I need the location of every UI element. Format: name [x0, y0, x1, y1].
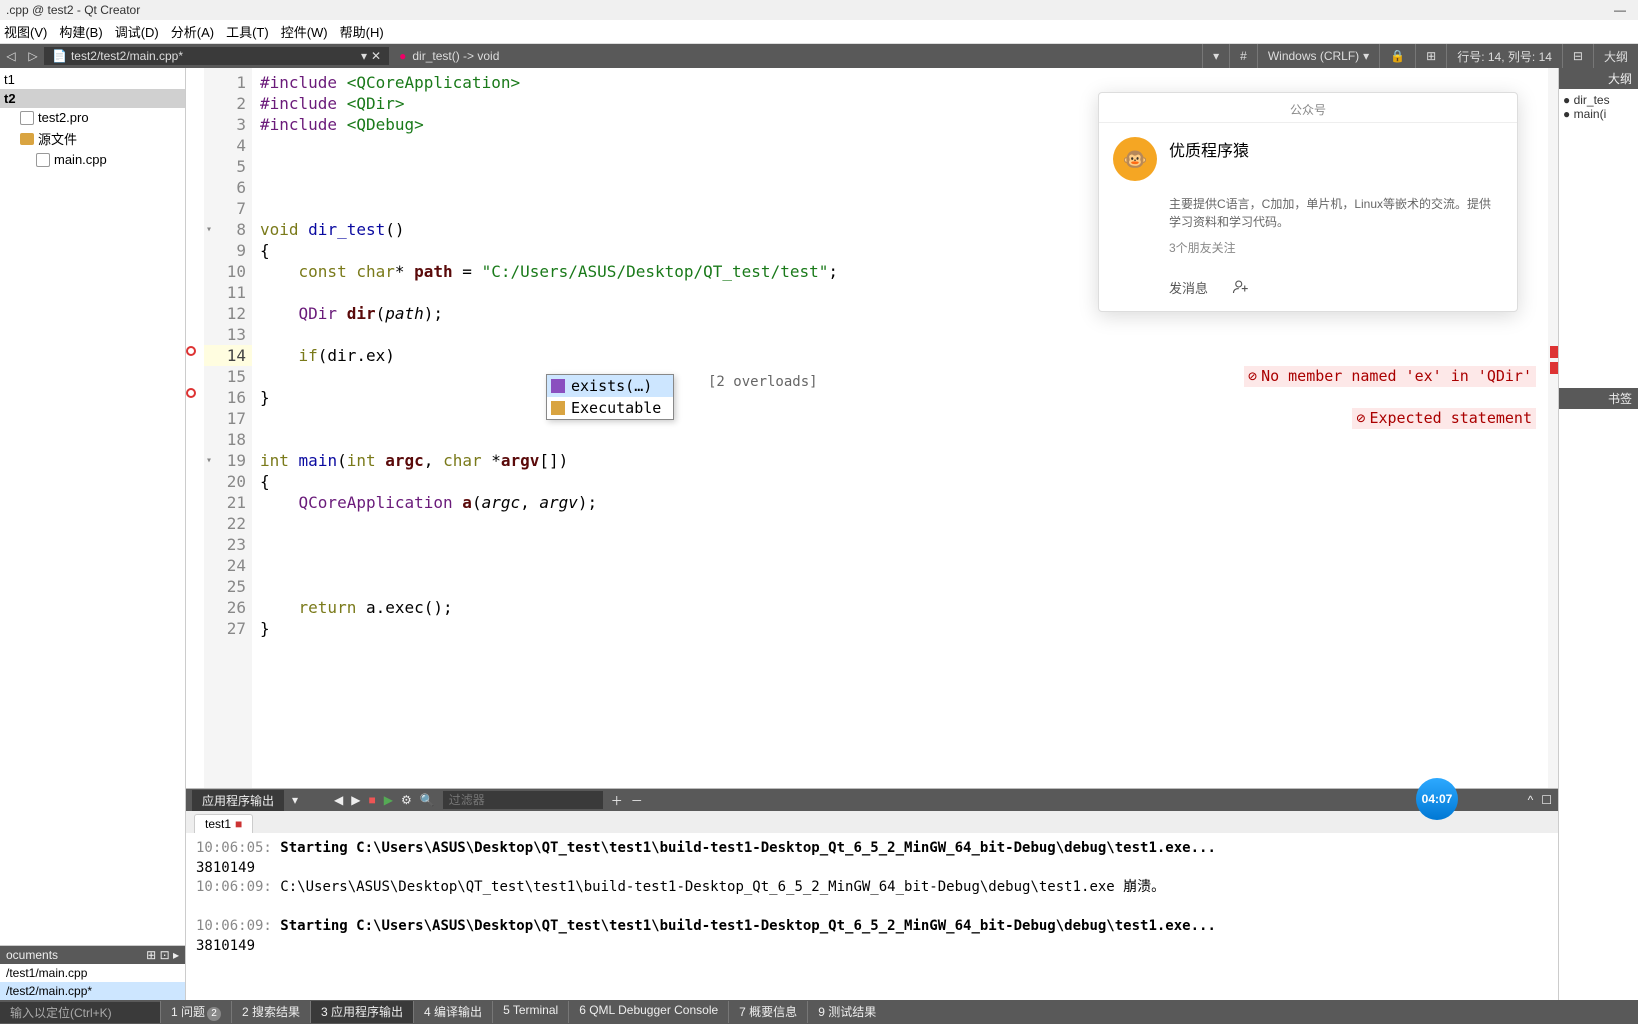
dropdown-icon[interactable]: ▾	[361, 49, 367, 63]
footer-tab[interactable]: 7 概要信息	[728, 1001, 807, 1023]
back-icon[interactable]: ◁	[0, 45, 22, 67]
editor-tab[interactable]: 📄 test2/test2/main.cpp* ▾ ✕	[44, 47, 389, 65]
footer-tab[interactable]: 3 应用程序输出	[310, 1001, 413, 1023]
error-icon	[186, 388, 196, 398]
more-icon[interactable]: ⊡	[160, 948, 170, 962]
folder-icon	[20, 133, 34, 145]
card-category: 公众号	[1099, 93, 1517, 123]
output-panel-header: 应用程序输出 ▾ ◀ ▶ ■ ▶ ⚙ 🔍 ＋ － ^ ☐	[186, 789, 1558, 811]
menu-item[interactable]: 构建(B)	[59, 22, 102, 41]
stop-icon[interactable]: ■	[369, 793, 376, 807]
next-icon[interactable]: ▶	[351, 793, 360, 807]
menu-item[interactable]: 工具(T)	[226, 22, 269, 41]
lock-icon[interactable]: 🔒	[1379, 44, 1415, 68]
fold-icon[interactable]: ▾	[206, 450, 212, 471]
follow-button[interactable]	[1232, 278, 1250, 297]
outline-item[interactable]: ● dir_tes	[1563, 93, 1634, 107]
document-item[interactable]: /test1/main.cpp	[0, 964, 185, 982]
fold-icon[interactable]: ▾	[206, 219, 212, 240]
split-icon[interactable]: ⊞	[146, 948, 156, 962]
expand-icon[interactable]: ^	[1528, 793, 1534, 807]
avatar: 🐵	[1113, 137, 1157, 181]
cursor-position: 行号: 14, 列号: 14	[1446, 44, 1562, 68]
completion-kind-icon	[551, 379, 565, 393]
dropdown-icon[interactable]: ▾	[292, 793, 298, 807]
tree-item[interactable]: 源文件	[0, 127, 185, 150]
message-button[interactable]: 发消息	[1169, 278, 1208, 297]
error-strip[interactable]	[1548, 68, 1558, 788]
link-level-icon[interactable]: #	[1229, 44, 1257, 68]
footer-tab[interactable]: 4 编译输出	[413, 1001, 492, 1023]
card-followers: 3个朋友关注	[1099, 239, 1517, 268]
add-icon[interactable]: ＋	[611, 792, 623, 809]
completion-item[interactable]: Executable	[547, 397, 673, 419]
minimize-icon[interactable]: —	[1608, 3, 1632, 17]
footer-tab[interactable]: 2 搜索结果	[231, 1001, 310, 1023]
close-panel-icon[interactable]: ▸	[173, 948, 179, 962]
document-item[interactable]: /test2/main.cpp*	[0, 982, 185, 1000]
close-tab-icon[interactable]: ✕	[371, 49, 381, 63]
filter-input[interactable]	[443, 791, 603, 809]
card-description: 主要提供C语言，C加加，单片机，Linux等嵌术的交流。提供学习资料和学习代码。	[1099, 195, 1517, 239]
outline-panel-header: 大纲	[1559, 68, 1638, 89]
editor-toolbar: ◁ ▷ 📄 test2/test2/main.cpp* ▾ ✕ ● dir_te…	[0, 44, 1638, 68]
completion-popup[interactable]: exists(…)Executable	[546, 374, 674, 420]
menu-item[interactable]: 控件(W)	[281, 22, 328, 41]
gear-icon[interactable]: ⚙	[401, 793, 412, 807]
file-icon	[20, 111, 34, 125]
footer-tab[interactable]: 9 测试结果	[807, 1001, 886, 1023]
breadcrumb[interactable]: ● dir_test() -> void	[391, 47, 507, 65]
menu-item[interactable]: 分析(A)	[171, 22, 214, 41]
file-icon: 📄	[52, 49, 67, 63]
footer-tab[interactable]: 5 Terminal	[492, 1001, 568, 1023]
outline-item[interactable]: ● main(i	[1563, 107, 1634, 121]
menu-item[interactable]: 调试(D)	[115, 22, 159, 41]
rect-icon[interactable]: ☐	[1541, 793, 1552, 807]
window-title: .cpp @ test2 - Qt Creator —	[0, 0, 1638, 20]
split-icon[interactable]: ⊞	[1415, 44, 1446, 68]
bookmarks-panel[interactable]	[1559, 409, 1638, 1000]
tree-item[interactable]: t1	[0, 70, 185, 89]
completion-item[interactable]: exists(…)	[547, 375, 673, 397]
menu-item[interactable]: 视图(V)	[4, 22, 47, 41]
error-icon	[186, 346, 196, 356]
tree-item[interactable]: main.cpp	[0, 150, 185, 169]
output-title: 应用程序输出	[192, 790, 284, 811]
remove-icon[interactable]: －	[631, 792, 643, 809]
menu-bar: 视图(V) 构建(B) 调试(D) 分析(A) 工具(T) 控件(W) 帮助(H)	[0, 20, 1638, 44]
close-icon[interactable]: ■	[235, 817, 242, 831]
tree-item[interactable]: t2	[0, 89, 185, 108]
encoding-label[interactable]: Windows (CRLF) ▾	[1257, 44, 1379, 68]
outline-button[interactable]: 大纲	[1593, 44, 1638, 68]
menu-item[interactable]: 帮助(H)	[340, 22, 384, 41]
completion-hint: [2 overloads]	[708, 374, 818, 390]
documents-header: ocuments ⊞ ⊡ ▸	[0, 946, 185, 964]
add-friend-icon	[1232, 278, 1250, 296]
output-tab[interactable]: test1 ■	[194, 814, 253, 833]
breadcrumb-dropdown[interactable]: ▾	[1202, 44, 1229, 68]
forward-icon[interactable]: ▷	[22, 45, 44, 67]
split-v-icon[interactable]: ⊟	[1562, 44, 1593, 68]
status-bar: 输入以定位(Ctrl+K) 1 问题22 搜索结果3 应用程序输出4 编译输出5…	[0, 1000, 1638, 1024]
footer-tab[interactable]: 1 问题2	[160, 1001, 231, 1023]
prev-icon[interactable]: ◀	[334, 793, 343, 807]
timer-badge[interactable]: 04:07	[1416, 778, 1458, 820]
tree-item[interactable]: test2.pro	[0, 108, 185, 127]
bookmarks-panel-header: 书签	[1559, 388, 1638, 409]
profile-card[interactable]: 公众号 🐵 优质程序猿 主要提供C语言，C加加，单片机，Linux等嵌术的交流。…	[1098, 92, 1518, 312]
output-body[interactable]: 10:06:05: Starting C:\Users\ASUS\Desktop…	[186, 833, 1558, 1000]
search-icon: 🔍	[420, 793, 435, 807]
locator-input[interactable]: 输入以定位(Ctrl+K)	[0, 1002, 160, 1023]
card-title: 优质程序猿	[1169, 137, 1249, 181]
footer-tab[interactable]: 6 QML Debugger Console	[568, 1001, 728, 1023]
project-tree[interactable]: t1t2test2.pro源文件main.cpp	[0, 68, 185, 945]
file-icon	[36, 153, 50, 167]
outline-panel[interactable]: ● dir_tes● main(i	[1559, 89, 1638, 388]
continue-icon[interactable]: ▶	[384, 793, 393, 807]
completion-kind-icon	[551, 401, 565, 415]
